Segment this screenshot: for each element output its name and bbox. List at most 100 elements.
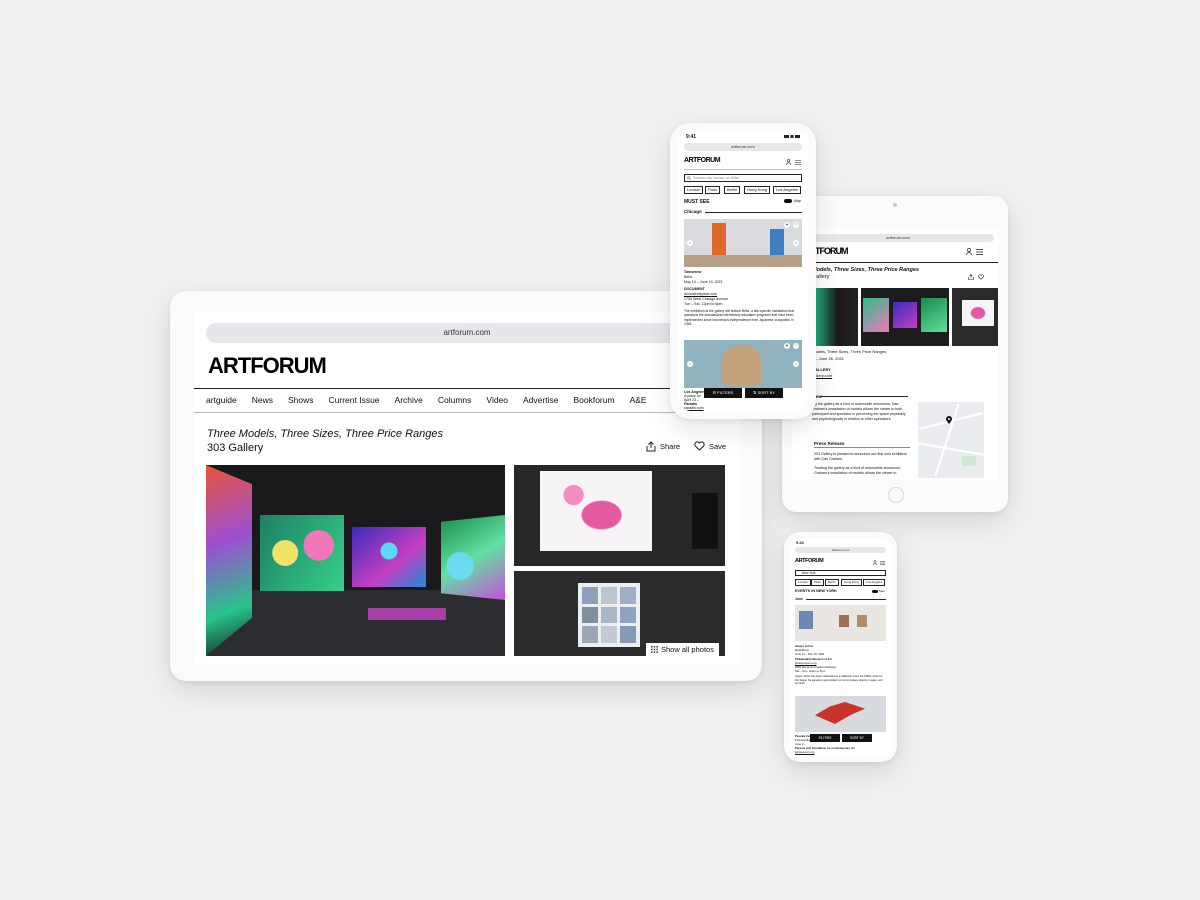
chip-hong-kong[interactable]: Hong Kong [744, 186, 771, 194]
menu-icon[interactable] [795, 160, 801, 165]
listing-photo-1[interactable]: ‹ › + ♡ [684, 219, 802, 267]
phone2-url-text: artforum.com [831, 548, 850, 552]
status-time: 9:41 [796, 540, 805, 545]
show-all-photos-label: Show all photos [661, 645, 714, 654]
save-button[interactable]: Save [694, 441, 726, 451]
plus-icon[interactable]: + [784, 222, 790, 228]
listing-photo-2[interactable]: ‹ › + ♡ [684, 340, 802, 388]
event1-hours: Sat – Sun, 10am to 5pm [795, 669, 826, 673]
tablet-map[interactable] [918, 402, 984, 478]
chip-paris[interactable]: Paris [705, 186, 721, 194]
map-toggle-label: Map [794, 199, 801, 203]
event-photo-1[interactable] [795, 605, 886, 641]
listing2-link[interactable]: paradis.com [684, 406, 704, 410]
phone2-url-bar[interactable]: artforum.com [795, 547, 886, 553]
tablet-photo-1[interactable] [812, 288, 858, 346]
projection-right [441, 515, 505, 600]
nav-item-current-issue[interactable]: Current Issue [329, 395, 380, 405]
map-toggle-2[interactable]: Map [872, 589, 885, 593]
door [692, 493, 718, 549]
user-icon[interactable] [786, 159, 791, 165]
menu-icon[interactable] [976, 249, 983, 255]
city-chips-2: London Paris Berlin Hong Kong Los Angele… [795, 579, 891, 586]
sort-button-2[interactable]: SORT BY [842, 734, 872, 742]
heart-icon[interactable] [978, 274, 984, 280]
chip-paris[interactable]: Paris [811, 579, 824, 586]
nav-item-archive[interactable]: Archive [395, 395, 423, 405]
sort-button[interactable]: ⇅ SORT BY [745, 388, 783, 398]
chip-berlin[interactable]: Berlin [724, 186, 741, 194]
city-rule [705, 212, 802, 213]
plus-icon[interactable]: + [784, 343, 790, 349]
event-photo-2[interactable] [795, 696, 886, 732]
event1-dates: June 11 – Dec 19, 2021 [795, 652, 825, 656]
city-select[interactable]: New York [795, 570, 886, 576]
user-icon[interactable] [966, 248, 972, 255]
chip-los-angeles[interactable]: Los Angeles [863, 579, 886, 586]
projection-center-right [352, 527, 426, 587]
phone-top-screen: 9:41 artforum.com ARTFORUM Search city, … [678, 131, 808, 411]
sort-label: SORT BY [757, 390, 775, 395]
heart-icon[interactable]: ♡ [793, 222, 799, 228]
map-toggle[interactable]: Map [784, 199, 801, 203]
nav-item-advertise[interactable]: Advertise [523, 395, 558, 405]
phone-search-placeholder: Search city, venue, or artist [693, 176, 739, 180]
painting-c [857, 615, 867, 627]
listing1-title: Tomorrow [684, 270, 702, 274]
laptop-screen: artforum.com ARTFORUM artguide News Show… [194, 313, 740, 663]
tablet-info-dates: 7 – June 26, 2021 [812, 356, 845, 361]
nav-item-columns[interactable]: Columns [438, 395, 472, 405]
menu-icon[interactable] [880, 561, 885, 565]
phone-url-text: artforum.com [731, 144, 755, 149]
tablet-url-bar[interactable]: artforum.com [802, 234, 994, 242]
city-heading: Chicago [684, 209, 702, 214]
share-button[interactable]: Share [646, 441, 680, 452]
main-nav: artguide News Shows Current Issue Archiv… [206, 395, 647, 405]
overview-rule [820, 396, 908, 397]
artforum-logo[interactable]: ARTFORUM [208, 353, 327, 379]
gallery-photo-2[interactable] [514, 465, 725, 566]
press-text-1: 303 Gallery is pleased to announce our f… [814, 452, 908, 461]
phone-search-input[interactable]: Search city, venue, or artist [684, 174, 802, 182]
heart-icon[interactable]: ♡ [793, 343, 799, 349]
tablet-photo-3[interactable] [952, 288, 998, 346]
bench [368, 608, 446, 620]
nav-item-news[interactable]: News [252, 395, 273, 405]
main-gallery-photo[interactable] [206, 465, 505, 656]
nav-item-bookforum[interactable]: Bookforum [573, 395, 614, 405]
event2-link[interactable]: parasol-unit.org [795, 750, 814, 754]
toggle-icon [872, 589, 878, 593]
show-all-photos-button[interactable]: Show all photos [646, 643, 719, 656]
map-park [962, 456, 976, 466]
nav-item-ae[interactable]: A&E [630, 395, 647, 405]
tablet-home-button[interactable] [888, 487, 904, 503]
filters-label: FILTERS [717, 390, 734, 395]
nav-item-video[interactable]: Video [486, 395, 508, 405]
phone-bottom-device: 9:41 artforum.com ARTFORUM New York Lond… [784, 532, 897, 762]
chip-los-angeles[interactable]: Los Angeles [773, 186, 801, 194]
phone-url-bar[interactable]: artforum.com [684, 143, 802, 151]
nav-item-artguide[interactable]: artguide [206, 395, 237, 405]
share-icon[interactable] [968, 274, 974, 280]
url-bar[interactable]: artforum.com [206, 323, 728, 343]
venue-name[interactable]: 303 Gallery [207, 442, 263, 454]
chip-berlin[interactable]: Berlin [825, 579, 839, 586]
tablet-photo-2[interactable] [861, 288, 949, 346]
chip-london[interactable]: London [795, 579, 812, 586]
chevron-right-icon[interactable]: › [793, 240, 799, 246]
listing1-address: 1709 West Chicago avenue [684, 297, 729, 301]
filters-button-2[interactable]: FILTERS [810, 734, 840, 742]
tablet-show-title: Models, Three Sizes, Three Price Ranges [812, 267, 919, 273]
filters-button[interactable]: ☰ FILTERS [704, 388, 742, 398]
chip-hong-kong[interactable]: Hong Kong [841, 579, 863, 586]
tablet-projection-pink [962, 300, 994, 326]
nav-item-shows[interactable]: Shows [288, 395, 314, 405]
share-label: Share [660, 442, 681, 451]
user-icon[interactable] [873, 560, 877, 565]
listing1-link[interactable]: documentspace.com [684, 292, 717, 296]
chip-london[interactable]: London [684, 186, 704, 194]
chevron-left-icon[interactable]: ‹ [687, 361, 693, 367]
chevron-right-icon[interactable]: › [793, 361, 799, 367]
phone-logo[interactable]: ARTFORUM [684, 157, 721, 164]
phone2-logo[interactable]: ARTFORUM [795, 558, 824, 564]
